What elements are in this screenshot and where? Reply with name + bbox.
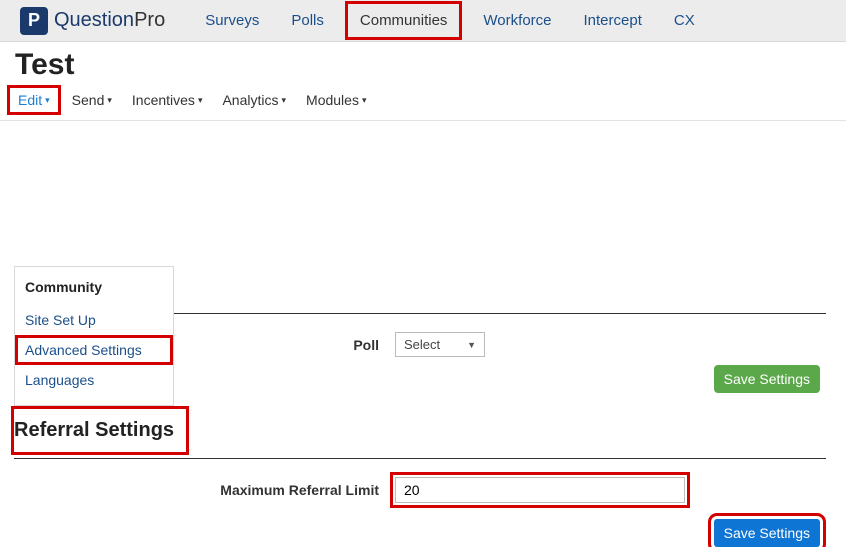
chevron-down-icon: ▾	[107, 95, 112, 106]
edit-dropdown: Community Site Set Up Advanced Settings …	[14, 266, 174, 406]
main-nav: Surveys Polls Communities Workforce Inte…	[205, 12, 695, 29]
chevron-down-icon: ▾	[282, 95, 287, 106]
referral-limit-label: Maximum Referral Limit	[14, 482, 379, 498]
subnav-modules-label: Modules	[306, 92, 359, 108]
page-title: Test	[0, 42, 846, 88]
subnav-send[interactable]: Send ▾	[66, 88, 118, 112]
subnav-incentives[interactable]: Incentives ▾	[126, 88, 209, 112]
logo[interactable]: P QuestionPro	[20, 7, 165, 35]
nav-polls[interactable]: Polls	[291, 12, 324, 29]
chevron-down-icon: ▾	[198, 95, 203, 106]
poll-select[interactable]: Select ▼	[395, 332, 485, 357]
chevron-down-icon: ▼	[467, 340, 476, 350]
nav-surveys[interactable]: Surveys	[205, 12, 259, 29]
referral-section: Referral Settings Maximum Referral Limit…	[14, 401, 826, 547]
referral-limit-input[interactable]	[395, 477, 685, 503]
poll-select-value: Select	[404, 337, 440, 352]
subnav-analytics[interactable]: Analytics ▾	[216, 88, 292, 112]
dropdown-site-setup[interactable]: Site Set Up	[15, 305, 173, 335]
logo-icon: P	[20, 7, 48, 35]
nav-workforce[interactable]: Workforce	[483, 12, 551, 29]
dropdown-advanced-settings[interactable]: Advanced Settings	[15, 335, 173, 365]
subnav-send-label: Send	[72, 92, 105, 108]
referral-heading: Referral Settings	[14, 409, 186, 452]
nav-communities[interactable]: Communities	[356, 12, 452, 29]
subnav-modules[interactable]: Modules ▾	[300, 88, 372, 112]
chevron-down-icon: ▾	[45, 95, 50, 106]
chevron-down-icon: ▾	[362, 95, 367, 106]
subnav-edit[interactable]: Edit ▾	[10, 88, 58, 112]
logo-text: QuestionPro	[54, 9, 165, 32]
nav-intercept[interactable]: Intercept	[584, 12, 642, 29]
divider	[14, 458, 826, 459]
subnav-incentives-label: Incentives	[132, 92, 195, 108]
content-area: Community Site Set Up Advanced Settings …	[0, 266, 846, 547]
subnav-edit-label: Edit	[18, 92, 42, 108]
sub-nav: Edit ▾ Send ▾ Incentives ▾ Analytics ▾ M…	[0, 88, 846, 121]
nav-cx[interactable]: CX	[674, 12, 695, 29]
save-settings-button-embed[interactable]: Save Settings	[714, 365, 820, 393]
subnav-analytics-label: Analytics	[222, 92, 278, 108]
dropdown-languages[interactable]: Languages	[15, 365, 173, 395]
referral-limit-row: Maximum Referral Limit	[14, 477, 826, 503]
dropdown-header: Community	[15, 267, 173, 305]
top-bar: P QuestionPro Surveys Polls Communities …	[0, 0, 846, 42]
